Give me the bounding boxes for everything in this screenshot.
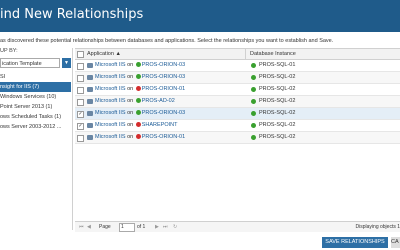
database-icon (251, 111, 256, 116)
last-page-icon[interactable]: ⏭ (163, 222, 168, 232)
row-checkbox-checked[interactable]: ✓ (77, 111, 84, 118)
database-instance: PROS-SQL-02 (259, 74, 296, 80)
application-icon (87, 135, 93, 140)
database-instance: PROS-SQL-02 (259, 134, 296, 140)
host-name: PROS-AD-02 (141, 98, 175, 104)
status-up-icon (135, 62, 141, 68)
application-name: Microsoft IIS (95, 74, 126, 80)
host-name: SHAREPOINT (141, 122, 178, 128)
status-up-icon (135, 110, 141, 116)
first-page-icon[interactable]: ⏮ (79, 222, 84, 232)
application-name: Microsoft IIS (95, 110, 126, 116)
status-down-icon (135, 122, 141, 128)
host-name: PROS-ORION-01 (141, 134, 186, 140)
row-checkbox[interactable] (77, 135, 84, 142)
page-total-label: of 1 (137, 224, 146, 230)
database-instance: PROS-SQL-01 (259, 62, 296, 68)
database-icon (251, 123, 256, 128)
database-instance: PROS-SQL-02 (259, 122, 296, 128)
host-name: PROS-ORION-03 (141, 74, 186, 80)
page-number: 1 (121, 224, 124, 230)
save-relationships-button[interactable]: SAVE RELATIONSHIPS (322, 237, 388, 248)
group-panel: UP BY: ication Template ▼ SI nsight for … (0, 48, 73, 230)
refresh-icon[interactable]: ↻ (173, 222, 177, 232)
description-text: as discovered these potential relationsh… (0, 38, 334, 44)
host-name: PROS-ORION-03 (141, 62, 186, 68)
group-item[interactable]: ows Scheduled Tasks (1) (0, 112, 71, 122)
select-all-checkbox[interactable] (77, 51, 84, 58)
prev-page-icon[interactable]: ◀ (87, 222, 91, 232)
database-instance: PROS-SQL-02 (259, 86, 296, 92)
group-by-label: UP BY: (0, 48, 18, 54)
table-row[interactable]: Microsoft IIS on PROS-ORION-03 PROS-SQL-… (75, 60, 400, 72)
group-item[interactable]: Point Server 2013 (1) (0, 102, 71, 112)
row-checkbox[interactable] (77, 99, 84, 106)
table-row[interactable]: ✓ Microsoft IIS on PROS-ORION-03 PROS-SQ… (75, 108, 400, 120)
database-instance: PROS-SQL-02 (259, 98, 296, 104)
status-down-icon (135, 86, 141, 92)
status-down-icon (135, 134, 141, 140)
table-row[interactable]: Microsoft IIS on PROS-ORION-03 PROS-SQL-… (75, 72, 400, 84)
group-item[interactable]: ows Server 2003-2012 ... (0, 122, 71, 132)
row-checkbox[interactable] (77, 63, 84, 70)
relationships-grid: Application ▲ Database Instance Microsof… (75, 48, 400, 232)
column-database-instance[interactable]: Database Instance (250, 49, 296, 59)
application-icon (87, 63, 93, 68)
group-list: SI nsight for IIS (7) Windows Services (… (0, 72, 71, 132)
column-separator (245, 49, 246, 59)
application-icon (87, 87, 93, 92)
next-page-icon[interactable]: ▶ (155, 222, 159, 232)
page-label: Page (99, 224, 111, 230)
window-titlebar: ind New Relationships (0, 0, 400, 32)
displaying-text: Displaying objects 1 (355, 224, 400, 230)
host-name: PROS-ORION-01 (141, 86, 186, 92)
application-icon (87, 111, 93, 116)
group-by-select[interactable]: ication Template (0, 58, 60, 68)
application-name: Microsoft IIS (95, 62, 126, 68)
host-name: PROS-ORION-03 (141, 110, 186, 116)
database-icon (251, 135, 256, 140)
table-row[interactable]: Microsoft IIS on PROS-AD-02 PROS-SQL-02 (75, 96, 400, 108)
database-icon (251, 87, 256, 92)
grid-header: Application ▲ Database Instance (75, 49, 400, 60)
database-icon (251, 63, 256, 68)
application-name: Microsoft IIS (95, 134, 126, 140)
grid-pager: ⏮ ◀ Page 1 of 1 ▶ ⏭ ↻ Displaying objects… (75, 221, 400, 232)
application-icon (87, 75, 93, 80)
cancel-button[interactable]: CA (391, 237, 400, 248)
row-checkbox[interactable] (77, 87, 84, 94)
group-item[interactable]: SI (0, 72, 71, 82)
application-name: Microsoft IIS (95, 86, 126, 92)
status-up-icon (135, 98, 141, 104)
window-title: ind New Relationships (0, 7, 144, 22)
database-icon (251, 75, 256, 80)
application-name: Microsoft IIS (95, 98, 126, 104)
database-instance: PROS-SQL-02 (259, 110, 296, 116)
application-icon (87, 123, 93, 128)
column-application[interactable]: Application ▲ (87, 49, 121, 59)
group-item[interactable]: nsight for IIS (7) (0, 82, 71, 92)
table-row[interactable]: ✓ Microsoft IIS on SHAREPOINT PROS-SQL-0… (75, 120, 400, 132)
chevron-down-icon[interactable]: ▼ (62, 58, 71, 68)
table-row[interactable]: Microsoft IIS on PROS-ORION-01 PROS-SQL-… (75, 84, 400, 96)
application-icon (87, 99, 93, 104)
row-checkbox[interactable] (77, 75, 84, 82)
application-name: Microsoft IIS (95, 122, 126, 128)
row-checkbox-checked[interactable]: ✓ (77, 123, 84, 130)
table-row[interactable]: Microsoft IIS on PROS-ORION-01 PROS-SQL-… (75, 132, 400, 144)
database-icon (251, 99, 256, 104)
status-up-icon (135, 74, 141, 80)
group-item[interactable]: Windows Services (10) (0, 92, 71, 102)
